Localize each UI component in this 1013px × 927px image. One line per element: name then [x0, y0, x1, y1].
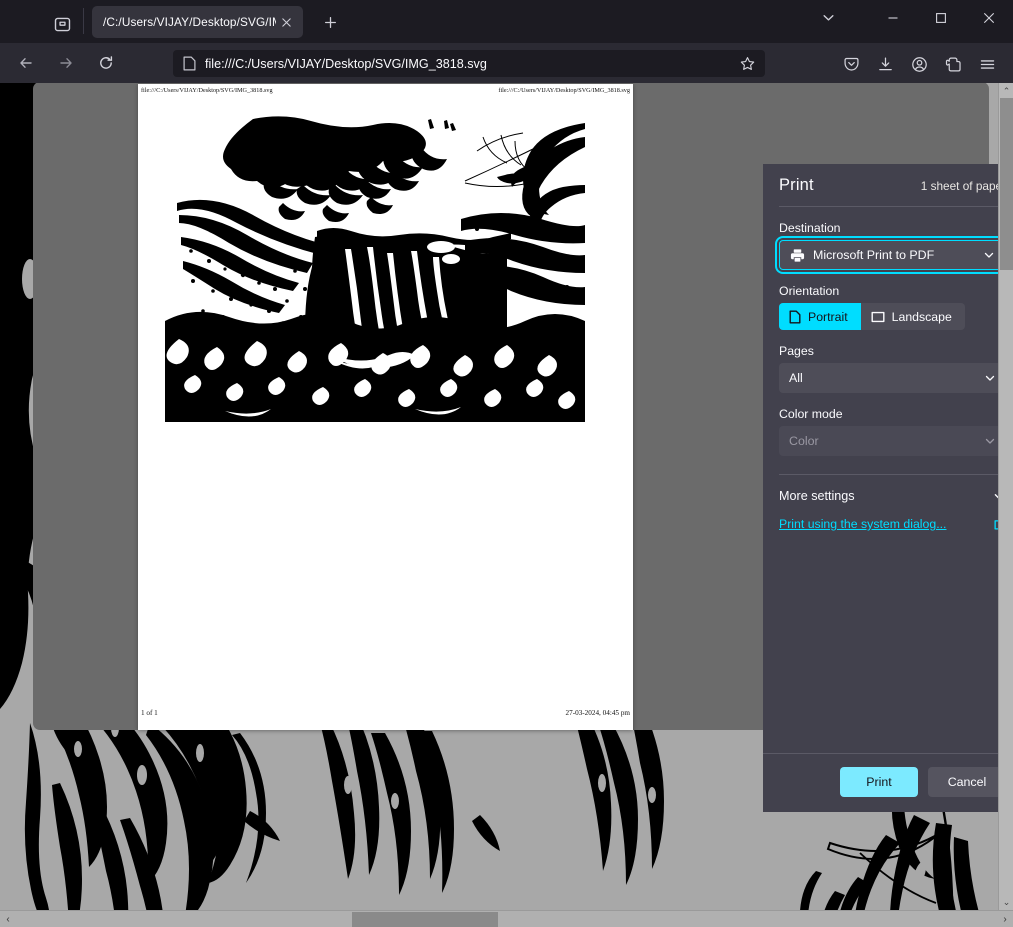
sheet-footer-page: 1 of 1 [141, 709, 158, 717]
toolbar-icons [835, 50, 1003, 78]
app-menu-icon[interactable] [971, 50, 1003, 78]
browser-tab[interactable]: /C:/Users/VIJAY/Desktop/SVG/IMG_ [92, 6, 303, 38]
address-bar-url: file:///C:/Users/VIJAY/Desktop/SVG/IMG_3… [205, 56, 487, 71]
window-maximize-button[interactable] [917, 0, 965, 35]
page-document-icon [183, 56, 196, 71]
bookmark-star-icon[interactable] [736, 56, 758, 71]
forward-button[interactable] [49, 47, 83, 79]
cancel-button[interactable]: Cancel [928, 767, 1006, 797]
color-mode-select[interactable]: Color [779, 426, 1006, 456]
pages-value: All [789, 371, 803, 385]
orientation-segmented-control: Portrait Landscape [779, 303, 965, 330]
chevron-down-icon [981, 249, 997, 261]
settings-divider [779, 474, 1006, 475]
new-tab-button[interactable] [316, 9, 345, 36]
extensions-icon[interactable] [937, 50, 969, 78]
print-preview-overlay: file:///C:/Users/VIJAY/Desktop/SVG/IMG_3… [33, 82, 1013, 812]
window-minimize-button[interactable] [869, 0, 917, 35]
chevron-down-icon [982, 372, 998, 384]
orientation-portrait-button[interactable]: Portrait [779, 303, 861, 330]
destination-label: Destination [779, 221, 841, 235]
printer-icon [790, 248, 805, 263]
color-mode-label: Color mode [779, 407, 843, 421]
downloads-icon[interactable] [869, 50, 901, 78]
window-controls [809, 0, 1013, 43]
tab-bar: /C:/Users/VIJAY/Desktop/SVG/IMG_ [0, 0, 1013, 43]
sheet-header-right: file:///C:/Users/VIJAY/Desktop/SVG/IMG_3… [498, 87, 630, 94]
tab-separator [83, 8, 84, 34]
sheet-footer: 1 of 1 27-03-2024, 04:45 pm [138, 709, 633, 723]
portrait-page-icon [789, 310, 801, 324]
horizontal-scrollbar[interactable]: ‹ › [0, 910, 1013, 927]
list-all-tabs-button[interactable] [809, 0, 847, 35]
print-dialog-footer: Print Cancel [763, 754, 1013, 812]
sheet-header-left: file:///C:/Users/VIJAY/Desktop/SVG/IMG_3… [141, 87, 273, 94]
sheet-footer-timestamp: 27-03-2024, 04:45 pm [565, 709, 630, 717]
sheet-header: file:///C:/Users/VIJAY/Desktop/SVG/IMG_3… [138, 87, 633, 101]
print-preview-sheet: file:///C:/Users/VIJAY/Desktop/SVG/IMG_3… [138, 84, 633, 730]
print-dialog-header: Print 1 sheet of paper [763, 164, 1013, 195]
pocket-icon[interactable] [835, 50, 867, 78]
sheet-count-label: 1 sheet of paper [920, 179, 1006, 193]
destination-select[interactable]: Microsoft Print to PDF [779, 240, 1006, 270]
pages-select[interactable]: All [779, 363, 1006, 393]
vertical-scrollbar[interactable]: ⌃ ⌄ [998, 83, 1013, 910]
horizontal-scrollbar-thumb[interactable] [352, 912, 498, 927]
more-settings-label: More settings [779, 489, 855, 503]
vertical-scrollbar-thumb[interactable] [1000, 98, 1013, 270]
destination-value: Microsoft Print to PDF [813, 248, 935, 262]
orientation-landscape-button[interactable]: Landscape [861, 303, 965, 330]
scroll-up-arrow[interactable]: ⌃ [999, 83, 1013, 99]
system-dialog-row[interactable]: Print using the system dialog... [779, 517, 1006, 531]
tab-title: /C:/Users/VIJAY/Desktop/SVG/IMG_ [103, 15, 276, 29]
more-settings-toggle[interactable]: More settings [779, 489, 1006, 503]
print-dialog-body: Destination Microsoft Print to PDF Orien… [763, 207, 1013, 753]
orientation-label: Orientation [779, 284, 840, 298]
scroll-right-arrow[interactable]: › [997, 911, 1013, 927]
back-button[interactable] [9, 47, 43, 79]
window-close-button[interactable] [965, 0, 1013, 35]
system-dialog-link[interactable]: Print using the system dialog... [779, 517, 946, 531]
firefox-view-button[interactable] [42, 8, 82, 41]
account-icon[interactable] [903, 50, 935, 78]
chevron-down-icon [982, 435, 998, 447]
orientation-portrait-label: Portrait [808, 309, 848, 324]
scroll-left-arrow[interactable]: ‹ [0, 911, 16, 927]
print-dialog: Print 1 sheet of paper Destination Micro [763, 164, 1013, 812]
landscape-page-icon [871, 311, 885, 323]
address-bar[interactable]: file:///C:/Users/VIJAY/Desktop/SVG/IMG_3… [173, 50, 765, 77]
tab-bar-left [0, 0, 82, 43]
color-mode-value: Color [789, 434, 819, 448]
orientation-landscape-label: Landscape [891, 309, 952, 324]
scroll-down-arrow[interactable]: ⌄ [999, 894, 1013, 910]
browser-window: file:///C:/Users/VIJAY/Desktop/SVG/IMG_3… [0, 0, 1013, 927]
page-title: Print [779, 176, 814, 194]
preview-photo [165, 111, 585, 422]
print-button[interactable]: Print [840, 767, 918, 797]
close-tab-icon[interactable] [276, 12, 297, 33]
reload-button[interactable] [89, 47, 123, 79]
pages-label: Pages [779, 344, 814, 358]
